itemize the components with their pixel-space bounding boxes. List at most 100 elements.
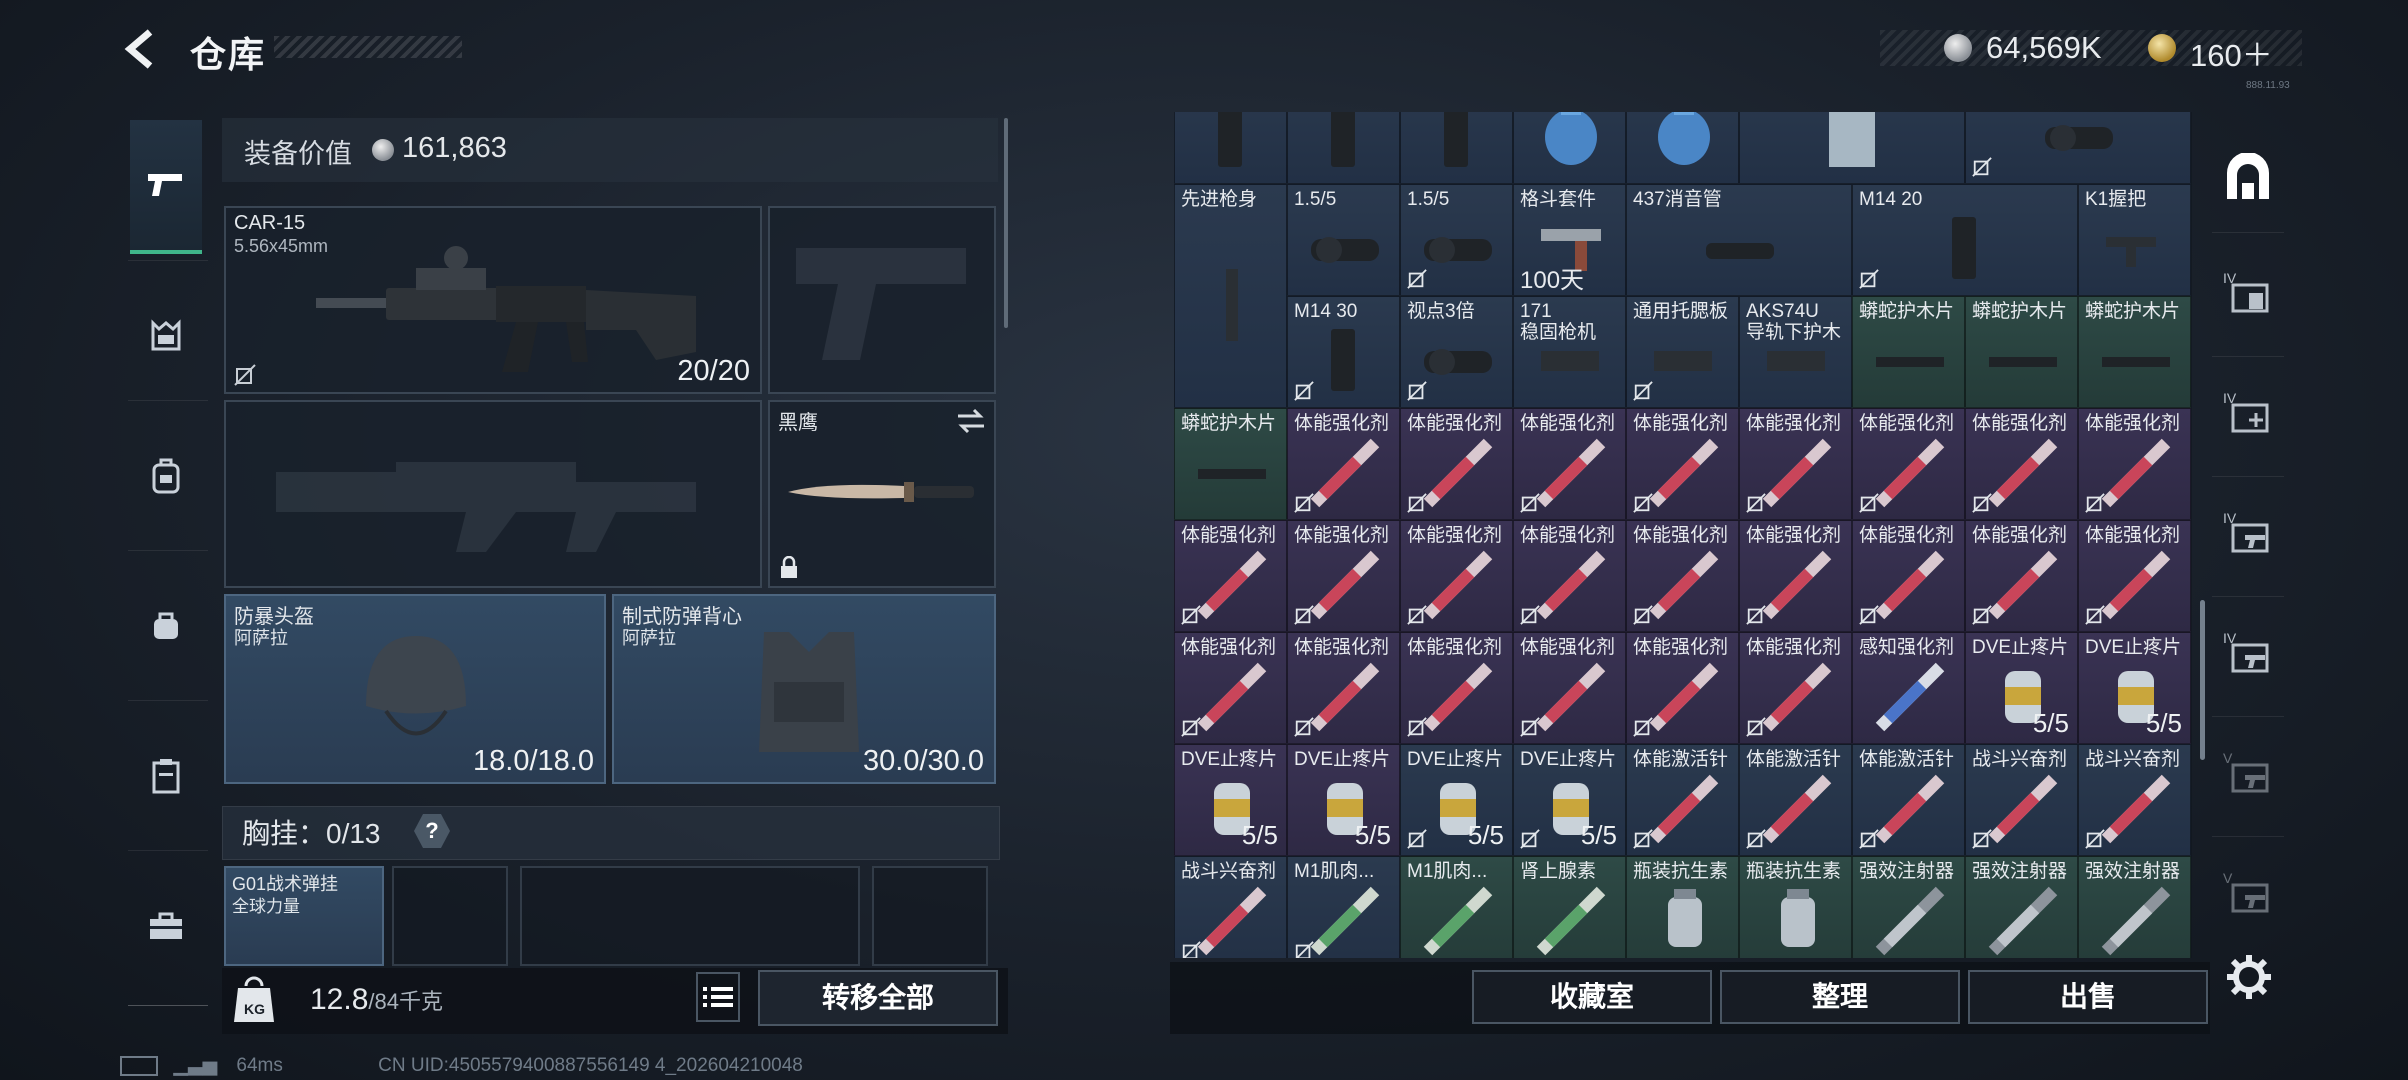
gold-coin-icon[interactable] xyxy=(2148,34,2176,62)
stash-item[interactable]: DVE止疼片 5/5 xyxy=(1513,744,1626,856)
settings-button[interactable] xyxy=(2224,952,2274,1002)
stash-item[interactable]: 体能强化剂 xyxy=(1739,520,1852,632)
rig-pocket[interactable] xyxy=(392,866,508,966)
stash-item[interactable]: 体能强化剂 xyxy=(1739,632,1852,744)
stash-item[interactable]: 瓶装抗生素 xyxy=(1626,856,1739,958)
rig-pocket[interactable] xyxy=(872,866,988,966)
stash-tab-5[interactable]: V xyxy=(2218,742,2278,802)
stash-item[interactable]: 体能强化剂 xyxy=(1513,408,1626,520)
nav-backpack[interactable] xyxy=(130,440,202,512)
pistol-slot-empty[interactable] xyxy=(768,206,996,394)
stash-item[interactable]: 体能强化剂 xyxy=(1513,632,1626,744)
stash-item[interactable]: 体能强化剂 xyxy=(1852,520,1965,632)
nav-safebox[interactable] xyxy=(130,890,202,962)
stash-item[interactable]: M14 20 xyxy=(1852,184,2078,296)
armor-slot[interactable]: 制式防弹背心 阿萨拉 30.0/30.0 xyxy=(612,594,996,784)
secondary-weapon-slot-empty[interactable] xyxy=(224,400,762,588)
stash-tab-1[interactable]: IV xyxy=(2218,262,2278,322)
stash-item[interactable]: 蟒蛇护木片 xyxy=(1852,296,1965,408)
stash-item[interactable]: M1肌肉... xyxy=(1400,856,1513,958)
stash-item[interactable]: DVE止疼片 5/5 xyxy=(1174,744,1287,856)
stash-item[interactable]: 战斗兴奋剂 xyxy=(2078,744,2191,856)
nav-rig[interactable] xyxy=(130,300,202,372)
stash-item[interactable]: 瓶装抗生素 xyxy=(1739,856,1852,958)
nav-weapons[interactable] xyxy=(130,120,202,254)
stash-item[interactable]: 体能强化剂 xyxy=(1287,632,1400,744)
stash-item[interactable]: 通用托腮板 xyxy=(1626,296,1739,408)
stash-item[interactable]: AKS74U 导轨下护木 xyxy=(1739,296,1852,408)
stash-item[interactable]: 体能强化剂 xyxy=(1852,408,1965,520)
stash-item[interactable]: 体能强化剂 xyxy=(1174,632,1287,744)
rig-pocket[interactable] xyxy=(520,866,860,966)
primary-weapon-slot[interactable]: CAR-15 5.56x45mm 20/20 xyxy=(224,206,762,394)
sell-button[interactable]: 出售 xyxy=(1968,970,2208,1024)
stash-item[interactable]: 体能激活针 xyxy=(1626,744,1739,856)
nav-pouch[interactable] xyxy=(130,590,202,662)
stash-item[interactable] xyxy=(1739,112,1965,184)
stash-item[interactable]: M1肌肉... xyxy=(1287,856,1400,958)
stash-item[interactable]: M14 30 xyxy=(1287,296,1400,408)
stash-item[interactable]: 1.5/5 xyxy=(1400,184,1513,296)
stash-tab-2[interactable]: IV xyxy=(2218,382,2278,442)
loadout-scrollbar[interactable] xyxy=(1004,118,1008,328)
stash-item[interactable]: 体能强化剂 xyxy=(1400,520,1513,632)
stash-item[interactable]: 171 稳固枪机 xyxy=(1513,296,1626,408)
stash-item[interactable]: 体能强化剂 xyxy=(1400,632,1513,744)
stash-item[interactable]: 感知强化剂 xyxy=(1852,632,1965,744)
stash-item[interactable] xyxy=(1513,112,1626,184)
stash-item[interactable]: 体能强化剂 xyxy=(1965,408,2078,520)
stash-item[interactable]: 体能激活针 xyxy=(1852,744,1965,856)
stash-item[interactable]: 体能强化剂 xyxy=(1287,408,1400,520)
melee-slot[interactable]: 黑鹰 xyxy=(768,400,996,588)
stash-item[interactable]: 强效注射器 xyxy=(1852,856,1965,958)
gold-balance[interactable]: 160＋ xyxy=(2190,30,2273,75)
stash-item[interactable]: 437消音管 xyxy=(1626,184,1852,296)
stash-item[interactable]: 先进枪身 xyxy=(1174,184,1287,408)
stash-tab-main[interactable] xyxy=(2218,148,2278,208)
stash-item[interactable]: 体能强化剂 xyxy=(1287,520,1400,632)
stash-item[interactable]: 强效注射器 xyxy=(2078,856,2191,958)
stash-item[interactable]: 体能强化剂 xyxy=(1626,408,1739,520)
helmet-slot[interactable]: 防暴头盔 阿萨拉 18.0/18.0 xyxy=(224,594,606,784)
stash-item[interactable]: 肾上腺素 xyxy=(1513,856,1626,958)
stash-item[interactable]: 视点3倍 xyxy=(1400,296,1513,408)
stash-item[interactable]: 战斗兴奋剂 xyxy=(1965,744,2078,856)
stash-scrollbar[interactable] xyxy=(2200,600,2205,760)
organize-button[interactable]: 整理 xyxy=(1720,970,1960,1024)
nav-case[interactable] xyxy=(130,740,202,812)
back-button[interactable] xyxy=(118,26,164,72)
stash-item[interactable]: 体能强化剂 xyxy=(2078,520,2191,632)
stash-item[interactable] xyxy=(1400,112,1513,184)
stash-item[interactable] xyxy=(1174,112,1287,184)
stash-item[interactable]: 蟒蛇护木片 xyxy=(1965,296,2078,408)
stash-item[interactable]: 强效注射器 xyxy=(1965,856,2078,958)
stash-item[interactable]: 体能强化剂 xyxy=(2078,408,2191,520)
transfer-all-button[interactable]: 转移全部 xyxy=(758,970,998,1026)
stash-item[interactable]: 体能激活针 xyxy=(1739,744,1852,856)
stash-item[interactable]: 战斗兴奋剂 xyxy=(1174,856,1287,958)
stash-item[interactable]: 体能强化剂 xyxy=(1626,520,1739,632)
stash-item[interactable]: DVE止疼片 5/5 xyxy=(2078,632,2191,744)
stash-item[interactable]: DVE止疼片 5/5 xyxy=(1965,632,2078,744)
stash-item[interactable]: DVE止疼片 5/5 xyxy=(1287,744,1400,856)
stash-item[interactable]: 蟒蛇护木片 xyxy=(1174,408,1287,520)
stash-tab-4[interactable]: IV xyxy=(2218,622,2278,682)
stash-item[interactable]: 蟒蛇护木片 xyxy=(2078,296,2191,408)
list-view-button[interactable] xyxy=(696,972,740,1022)
stash-item[interactable]: 体能强化剂 xyxy=(1513,520,1626,632)
stash-tab-3[interactable]: IV xyxy=(2218,502,2278,562)
rig-slot[interactable]: G01战术弹挂 全球力量 xyxy=(224,866,384,966)
swap-icon[interactable] xyxy=(956,408,986,434)
stash-item[interactable] xyxy=(1626,112,1739,184)
stash-item[interactable]: 体能强化剂 xyxy=(1174,520,1287,632)
stash-item[interactable]: 体能强化剂 xyxy=(1739,408,1852,520)
stash-item[interactable]: DVE止疼片 5/5 xyxy=(1400,744,1513,856)
stash-item[interactable]: 体能强化剂 xyxy=(1626,632,1739,744)
stash-item[interactable]: K1握把 xyxy=(2078,184,2191,296)
collection-room-button[interactable]: 收藏室 xyxy=(1472,970,1712,1024)
stash-item[interactable]: 体能强化剂 xyxy=(1965,520,2078,632)
stash-item[interactable]: 体能强化剂 xyxy=(1400,408,1513,520)
stash-tab-6[interactable]: V xyxy=(2218,862,2278,922)
stash-item[interactable]: 1.5/5 xyxy=(1287,184,1400,296)
stash-item[interactable]: 格斗套件 100天 xyxy=(1513,184,1626,296)
